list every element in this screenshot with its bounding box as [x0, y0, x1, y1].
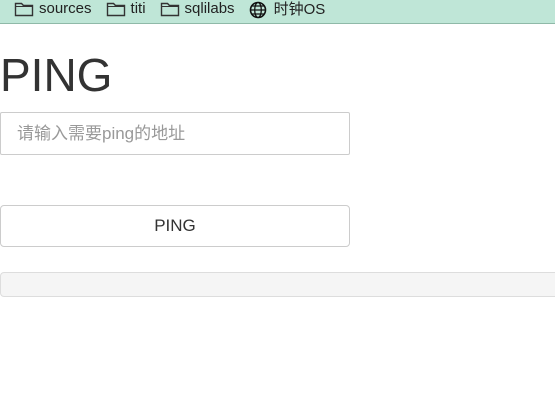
bookmark-titi[interactable]: titi	[106, 0, 146, 21]
bookmark-label: titi	[130, 0, 146, 17]
bookmark-label: 时钟OS	[273, 1, 326, 18]
bookmarks-bar: sources titi sqlilabs 时钟OS	[0, 0, 555, 24]
folder-icon	[160, 1, 180, 17]
folder-icon	[14, 1, 34, 17]
page-title: PING	[0, 49, 113, 101]
bookmark-sources[interactable]: sources	[14, 0, 92, 21]
ping-button[interactable]: PING	[0, 205, 350, 247]
bookmark-clock-os[interactable]: 时钟OS	[249, 0, 326, 21]
globe-icon	[249, 1, 269, 18]
folder-icon	[106, 1, 126, 17]
ping-result-output	[0, 272, 555, 297]
bookmark-sqlilabs[interactable]: sqlilabs	[160, 0, 235, 21]
bookmark-label: sources	[39, 0, 92, 17]
ping-address-input[interactable]	[0, 112, 350, 155]
bookmark-label: sqlilabs	[184, 0, 235, 17]
